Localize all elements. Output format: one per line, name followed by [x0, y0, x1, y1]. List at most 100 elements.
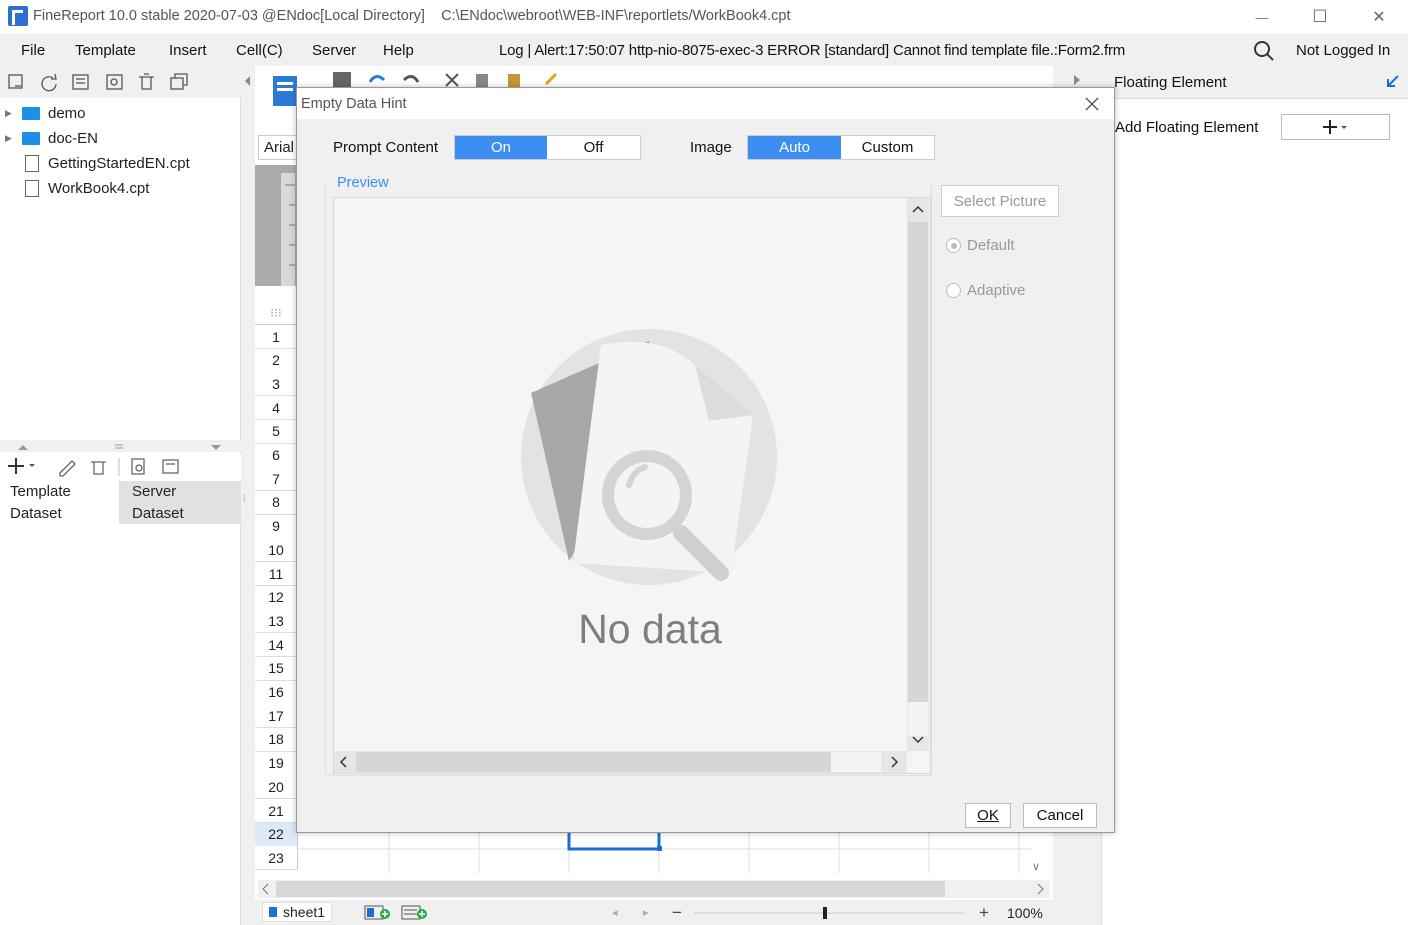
row-header[interactable]: 14	[255, 633, 298, 658]
empty-data-hint-dialog: Empty Data Hint Prompt Content On Off Im…	[296, 87, 1115, 833]
tree-item-label: GettingStartedEN.cpt	[48, 154, 190, 172]
minimize-button[interactable]: —	[1233, 0, 1291, 34]
row-header[interactable]: 2	[255, 348, 298, 373]
row-header[interactable]: 18	[255, 727, 298, 752]
file-icon	[25, 154, 39, 172]
tree-item-label: doc-EN	[48, 129, 99, 147]
tree-item-demo[interactable]: ▶ demo	[0, 101, 241, 125]
image-custom-option[interactable]: Custom	[841, 136, 934, 159]
tree-toolbar	[0, 66, 241, 98]
row-header[interactable]: 20	[255, 775, 298, 800]
select-all-corner[interactable]: ⁝⁝⁝	[255, 300, 298, 325]
tab-server-dataset[interactable]: Server Dataset	[119, 481, 241, 524]
row-header[interactable]: 13	[255, 609, 298, 634]
dialog-title: Empty Data Hint	[301, 96, 407, 112]
no-data-illustration-icon	[509, 311, 779, 596]
radio-adaptive-indicator[interactable]	[946, 283, 961, 298]
zoom-in-icon[interactable]: +	[979, 903, 989, 923]
cancel-button[interactable]: Cancel	[1023, 803, 1097, 828]
add-floating-element-button[interactable]	[1281, 114, 1390, 140]
log-alert[interactable]: Log | Alert:17:50:07 http-nio-8075-exec-…	[499, 42, 1125, 59]
radio-default-label: Default	[967, 237, 1015, 254]
row-header[interactable]: 9	[255, 514, 298, 539]
folder-icon	[22, 106, 40, 120]
radio-adaptive[interactable]: Adaptive	[946, 282, 1025, 299]
row-header[interactable]: 8	[255, 490, 298, 515]
editor-toolbar-icons[interactable]	[330, 70, 570, 88]
zoom-slider[interactable]	[694, 907, 964, 919]
no-data-text: No data	[578, 606, 722, 652]
login-status[interactable]: Not Logged In	[1296, 42, 1390, 59]
sheet-tab[interactable]: sheet1	[262, 902, 333, 922]
row-header[interactable]: 21	[255, 799, 298, 823]
tree-item-workbook4[interactable]: WorkBook4.cpt	[0, 176, 241, 200]
close-window-button[interactable]: ✕	[1350, 0, 1408, 34]
expand-arrow-icon[interactable]: ▶	[0, 133, 22, 144]
zoom-level[interactable]: 100%	[1007, 905, 1043, 921]
zoom-out-icon[interactable]: −	[672, 903, 682, 923]
row-header[interactable]: 11	[255, 562, 298, 586]
dialog-close-icon[interactable]	[1084, 96, 1100, 112]
menu-file[interactable]: File	[21, 42, 45, 59]
row-header[interactable]: 10	[255, 538, 298, 563]
image-label: Image	[690, 139, 732, 156]
pane-divider[interactable]	[0, 440, 241, 452]
menu-insert[interactable]: Insert	[169, 42, 207, 59]
row-header[interactable]: 1	[255, 325, 298, 349]
radio-default[interactable]: Default	[946, 237, 1015, 254]
image-auto-option[interactable]: Auto	[748, 136, 841, 159]
add-floating-element-label: Add Floating Element	[1115, 119, 1259, 136]
search-icon[interactable]	[1253, 40, 1275, 62]
template-icon[interactable]	[272, 74, 299, 110]
floating-element-pane	[1101, 66, 1408, 925]
preview-vertical-scrollbar[interactable]	[907, 198, 929, 751]
window-title: FineReport 10.0 stable 2020-07-03 @ENdoc…	[33, 8, 791, 24]
row-header[interactable]: 16	[255, 680, 298, 705]
scroll-down-arrow-icon[interactable]: ∨	[1032, 860, 1048, 878]
ok-button[interactable]: OK	[965, 803, 1011, 828]
row-header[interactable]: 5	[255, 419, 298, 444]
preview-area: No data	[333, 197, 931, 774]
tree-item-doc-en[interactable]: ▶ doc-EN	[0, 126, 241, 150]
row-header[interactable]: 22	[255, 822, 298, 847]
tree-item-gettingstarted[interactable]: GettingStartedEN.cpt	[0, 151, 241, 175]
horizontal-scrollbar[interactable]	[258, 880, 1050, 898]
preview-horizontal-scrollbar[interactable]	[334, 751, 907, 773]
radio-default-indicator[interactable]	[946, 238, 961, 253]
tree-item-label: WorkBook4.cpt	[48, 179, 150, 197]
row-header[interactable]: 3	[255, 372, 298, 397]
row-header[interactable]: 19	[255, 751, 298, 776]
sheet-next-arrow-icon[interactable]: ▸	[643, 906, 649, 919]
tree-item-label: demo	[48, 104, 86, 122]
radio-adaptive-label: Adaptive	[967, 282, 1026, 299]
row-header[interactable]: 15	[255, 656, 298, 681]
menu-server[interactable]: Server	[312, 42, 356, 59]
tab-template-dataset[interactable]: Template Dataset	[0, 481, 119, 524]
prompt-on-option[interactable]: On	[455, 136, 547, 159]
row-header[interactable]: 12	[255, 585, 298, 610]
add-dashboard-sheet-icon[interactable]	[401, 905, 429, 920]
sheet-prev-arrow-icon[interactable]: ◂	[612, 906, 618, 919]
sheet-tab-label: sheet1	[283, 904, 326, 920]
row-header[interactable]: 17	[255, 704, 298, 729]
splitter-grip-icon[interactable]: ⁞	[243, 494, 246, 505]
expand-arrow-icon[interactable]: ▶	[0, 108, 22, 119]
file-icon	[25, 179, 39, 197]
add-report-sheet-icon[interactable]	[364, 905, 392, 920]
prompt-content-toggle: On Off	[454, 135, 641, 160]
pane-toggle-icon[interactable]	[1385, 73, 1401, 89]
row-header[interactable]: 23	[255, 846, 298, 871]
maximize-button[interactable]: ☐	[1291, 0, 1349, 34]
select-picture-button[interactable]: Select Picture	[941, 185, 1059, 217]
floating-pane-title: Floating Element	[1114, 74, 1227, 91]
font-family-select[interactable]: Arial	[258, 135, 298, 160]
dataset-toolbar	[0, 453, 241, 481]
row-header[interactable]: 7	[255, 467, 298, 492]
menu-cell[interactable]: Cell(C)	[236, 42, 283, 59]
row-header[interactable]: 4	[255, 396, 298, 421]
prompt-off-option[interactable]: Off	[547, 136, 640, 159]
menu-help[interactable]: Help	[383, 42, 414, 59]
row-header[interactable]: 6	[255, 443, 298, 468]
vertical-ruler	[255, 165, 298, 286]
menu-template[interactable]: Template	[75, 42, 136, 59]
